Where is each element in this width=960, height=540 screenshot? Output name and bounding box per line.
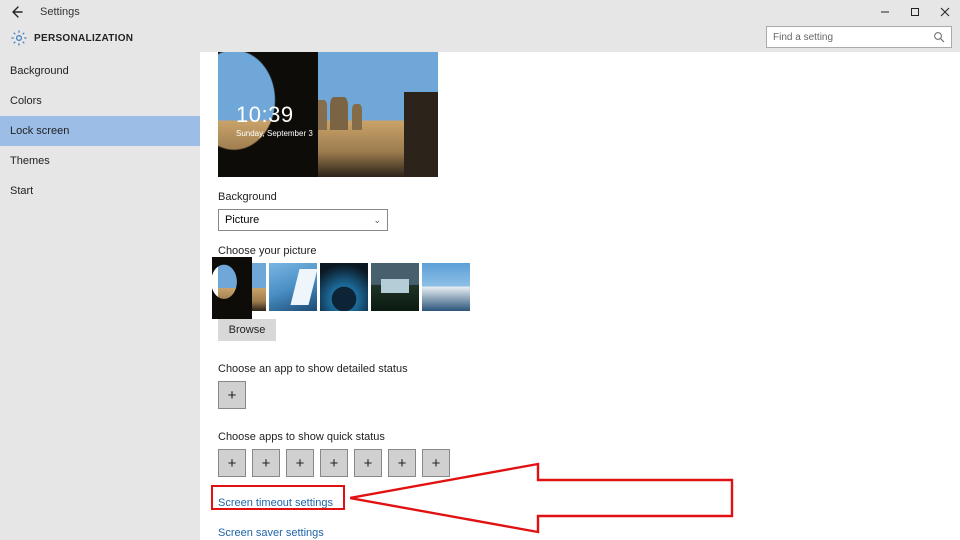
picture-thumb[interactable]	[320, 263, 368, 311]
sidebar-item-themes[interactable]: Themes	[0, 146, 200, 176]
picture-thumb[interactable]	[218, 263, 266, 311]
dropdown-value: Picture	[225, 214, 259, 226]
preview-date: Sunday, September 3	[236, 129, 313, 138]
close-button[interactable]	[930, 0, 960, 24]
sidebar-item-label: Lock screen	[10, 125, 69, 137]
rock-shape	[352, 104, 362, 130]
screen-saver-settings-link[interactable]: Screen saver settings	[218, 527, 324, 539]
lockscreen-preview: 10:39 Sunday, September 3	[218, 52, 438, 177]
window-title: Settings	[40, 6, 80, 18]
detailed-status-slots: +	[218, 381, 960, 409]
add-app-slot[interactable]: +	[218, 381, 246, 409]
picture-thumb[interactable]	[422, 263, 470, 311]
preview-time-block: 10:39 Sunday, September 3	[236, 104, 313, 138]
back-button[interactable]	[0, 0, 34, 24]
arrow-left-icon	[10, 5, 24, 19]
screen-timeout-link[interactable]: Screen timeout settings	[218, 497, 333, 509]
preview-time: 10:39	[236, 104, 313, 126]
quick-status-slots: + + + + + + +	[218, 449, 960, 477]
search-input[interactable]: Find a setting	[766, 26, 952, 48]
choose-picture-label: Choose your picture	[218, 245, 960, 257]
plus-icon: +	[398, 455, 407, 472]
browse-button[interactable]: Browse	[218, 319, 276, 341]
header: PERSONALIZATION Find a setting	[0, 24, 960, 52]
plus-icon: +	[432, 455, 441, 472]
sidebar-item-label: Background	[10, 65, 69, 77]
rock-shape	[330, 97, 348, 130]
sidebar-item-background[interactable]: Background	[0, 56, 200, 86]
picture-thumb[interactable]	[371, 263, 419, 311]
add-app-slot[interactable]: +	[218, 449, 246, 477]
plus-icon: +	[228, 455, 237, 472]
sidebar: Background Colors Lock screen Themes Sta…	[0, 52, 200, 540]
sidebar-item-label: Colors	[10, 95, 42, 107]
chevron-down-icon: ⌄	[373, 215, 381, 226]
body: Background Colors Lock screen Themes Sta…	[0, 52, 960, 540]
picture-thumb[interactable]	[269, 263, 317, 311]
content[interactable]: 10:39 Sunday, September 3 Background Pic…	[200, 52, 960, 540]
background-label: Background	[218, 191, 960, 203]
section-title: PERSONALIZATION	[34, 33, 133, 44]
add-app-slot[interactable]: +	[286, 449, 314, 477]
search-placeholder: Find a setting	[773, 32, 833, 43]
browse-label: Browse	[229, 324, 266, 336]
picture-thumbnails	[218, 263, 960, 311]
maximize-icon	[910, 7, 920, 17]
background-dropdown[interactable]: Picture ⌄	[218, 209, 388, 231]
minimize-button[interactable]	[870, 0, 900, 24]
plus-icon: +	[296, 455, 305, 472]
add-app-slot[interactable]: +	[354, 449, 382, 477]
plus-icon: +	[330, 455, 339, 472]
sidebar-item-lock-screen[interactable]: Lock screen	[0, 116, 200, 146]
sidebar-item-label: Themes	[10, 155, 50, 167]
plus-icon: +	[364, 455, 373, 472]
maximize-button[interactable]	[900, 0, 930, 24]
sidebar-item-label: Start	[10, 185, 33, 197]
plus-icon: +	[228, 387, 237, 404]
search-icon	[933, 31, 945, 43]
add-app-slot[interactable]: +	[320, 449, 348, 477]
add-app-slot[interactable]: +	[252, 449, 280, 477]
cliff-shape	[404, 92, 438, 177]
close-icon	[940, 7, 950, 17]
minimize-icon	[880, 7, 890, 17]
gear-icon	[10, 29, 28, 47]
add-app-slot[interactable]: +	[422, 449, 450, 477]
sidebar-item-colors[interactable]: Colors	[0, 86, 200, 116]
sidebar-item-start[interactable]: Start	[0, 176, 200, 206]
add-app-slot[interactable]: +	[388, 449, 416, 477]
plus-icon: +	[262, 455, 271, 472]
titlebar: Settings	[0, 0, 960, 24]
quick-status-label: Choose apps to show quick status	[218, 431, 960, 443]
detailed-status-label: Choose an app to show detailed status	[218, 363, 960, 375]
window-controls	[870, 0, 960, 24]
